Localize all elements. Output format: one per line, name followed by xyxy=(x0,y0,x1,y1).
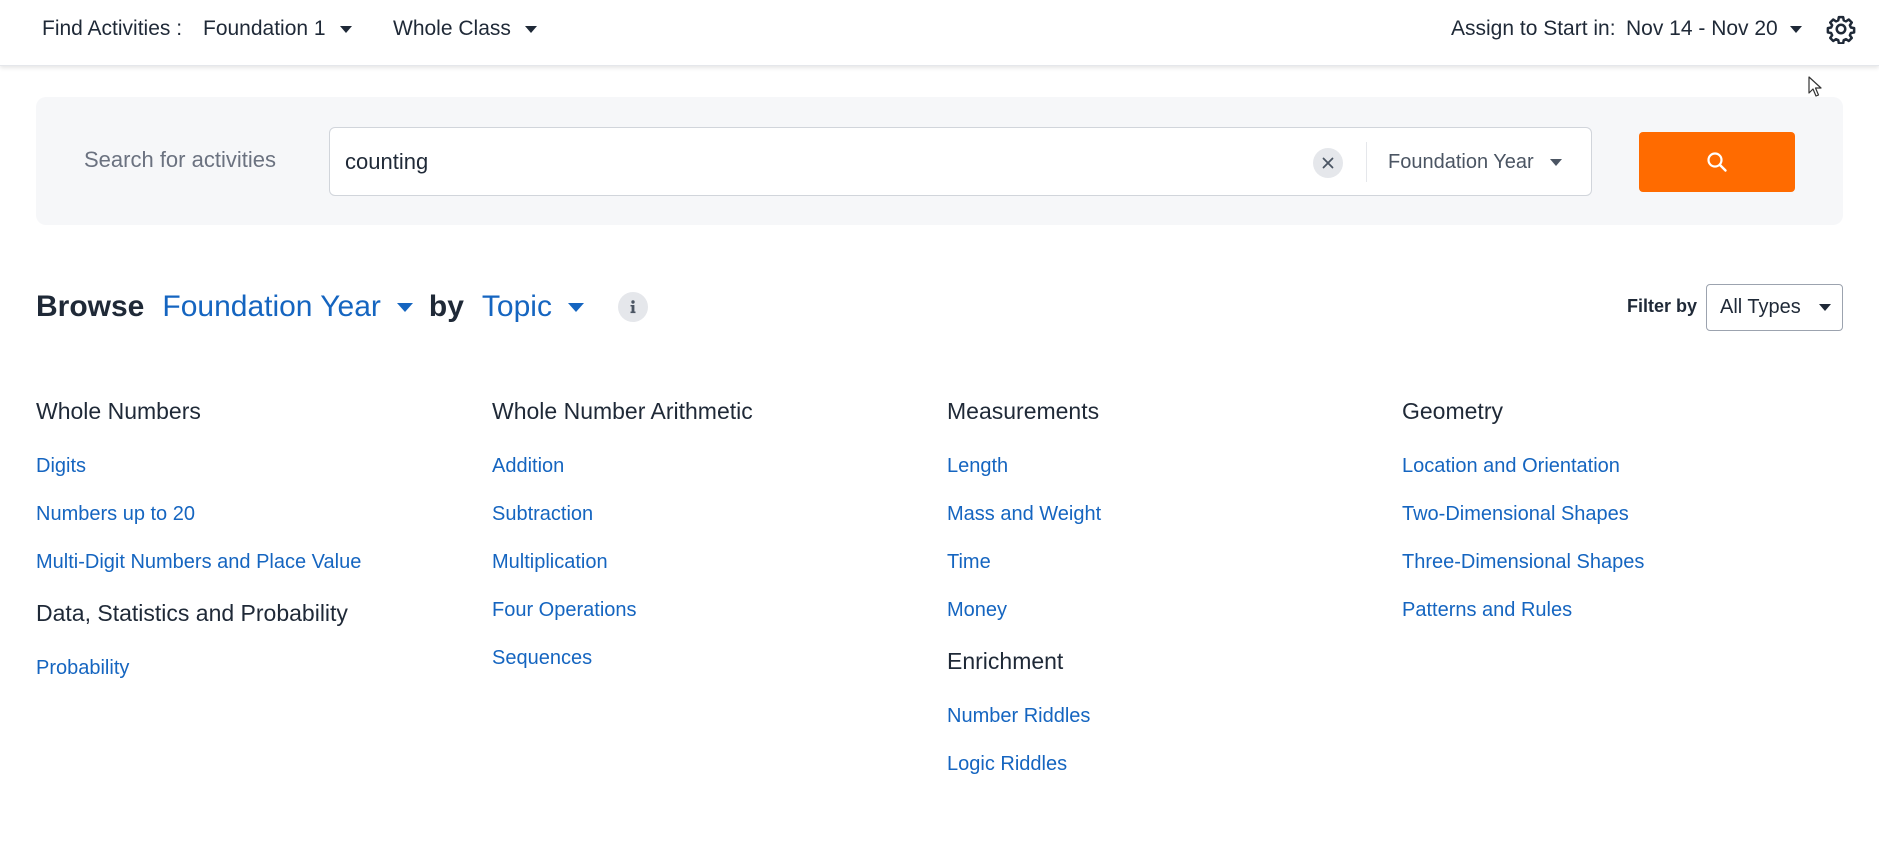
search-panel: Search for activities Foundation Year xyxy=(36,97,1843,225)
topic-column-3: Measurements Length Mass and Weight Time… xyxy=(947,396,1387,800)
topic-link[interactable]: Location and Orientation xyxy=(1402,454,1842,478)
topic-link[interactable]: Mass and Weight xyxy=(947,502,1387,526)
chevron-down-icon xyxy=(339,25,352,33)
search-year-value: Foundation Year xyxy=(1388,150,1534,173)
chevron-down-icon xyxy=(1789,25,1802,33)
search-label: Search for activities xyxy=(84,147,276,172)
topic-group: Geometry Location and Orientation Two-Di… xyxy=(1402,396,1842,622)
topic-link[interactable]: Three-Dimensional Shapes xyxy=(1402,550,1842,574)
gear-icon[interactable] xyxy=(1826,14,1856,44)
topic-link[interactable]: Time xyxy=(947,550,1387,574)
topic-group: Enrichment Number Riddles Logic Riddles xyxy=(947,646,1387,776)
filter-type-dropdown[interactable]: All Types xyxy=(1706,284,1843,331)
topic-link[interactable]: Digits xyxy=(36,454,476,478)
topic-link[interactable]: Sequences xyxy=(492,646,932,670)
topic-link[interactable]: Two-Dimensional Shapes xyxy=(1402,502,1842,526)
topic-group: Measurements Length Mass and Weight Time… xyxy=(947,396,1387,622)
browse-label: Browse xyxy=(36,290,145,323)
topic-group-title: Enrichment xyxy=(947,648,1064,674)
topic-link[interactable]: Patterns and Rules xyxy=(1402,598,1842,622)
filter-type-value: All Types xyxy=(1720,296,1801,318)
topic-column-1: Whole Numbers Digits Numbers up to 20 Mu… xyxy=(36,396,476,704)
topic-link[interactable]: Money xyxy=(947,598,1387,622)
filter-by-label: Filter by xyxy=(1627,296,1698,316)
search-button[interactable] xyxy=(1639,132,1795,192)
assign-start-label: Assign to Start in: xyxy=(1451,17,1616,41)
topic-link[interactable]: Numbers up to 20 xyxy=(36,502,476,526)
topic-link[interactable]: Addition xyxy=(492,454,932,478)
search-box: Foundation Year xyxy=(329,127,1592,196)
find-activities-label: Find Activities : xyxy=(42,17,182,41)
browse-year-dropdown[interactable]: Foundation Year xyxy=(162,290,413,324)
class-dropdown[interactable]: Whole Class xyxy=(393,17,537,41)
browse-topic-dropdown[interactable]: Topic xyxy=(482,290,584,324)
topic-group-title: Data, Statistics and Probability xyxy=(36,600,348,626)
topic-group-title: Whole Number Arithmetic xyxy=(492,398,753,424)
mouse-cursor-icon xyxy=(1808,76,1822,97)
info-icon[interactable] xyxy=(617,292,648,322)
browse-header: Browse Foundation Year by Topic xyxy=(36,283,648,331)
topic-link[interactable]: Subtraction xyxy=(492,502,932,526)
topic-group-title: Geometry xyxy=(1402,398,1503,424)
date-range-dropdown[interactable]: Nov 14 - Nov 20 xyxy=(1626,17,1802,41)
search-input[interactable] xyxy=(345,146,1285,178)
chevron-down-icon xyxy=(1549,158,1562,166)
topic-group-title: Whole Numbers xyxy=(36,398,201,424)
topic-link[interactable]: Multi-Digit Numbers and Place Value xyxy=(36,550,476,574)
topic-group-title: Measurements xyxy=(947,398,1100,424)
clear-search-button[interactable] xyxy=(1313,148,1343,178)
topic-group: Whole Numbers Digits Numbers up to 20 Mu… xyxy=(36,396,476,574)
close-icon xyxy=(1322,157,1334,169)
by-label: by xyxy=(428,290,464,323)
topic-link[interactable]: Four Operations xyxy=(492,598,932,622)
topic-column-4: Geometry Location and Orientation Two-Di… xyxy=(1402,396,1842,646)
assign-start-text: Assign to Start in: xyxy=(1451,17,1616,40)
topic-column-2: Whole Number Arithmetic Addition Subtrac… xyxy=(492,396,932,694)
chevron-down-icon xyxy=(524,25,537,33)
search-icon xyxy=(1707,152,1727,172)
class-dropdown-value: Whole Class xyxy=(393,17,511,40)
top-bar: Find Activities : Foundation 1 Whole Cla… xyxy=(0,0,1879,66)
grade-dropdown[interactable]: Foundation 1 xyxy=(203,17,352,41)
topic-link[interactable]: Multiplication xyxy=(492,550,932,574)
chevron-down-icon xyxy=(396,302,413,312)
chevron-down-icon xyxy=(1818,304,1831,311)
topic-group: Data, Statistics and Probability Probabi… xyxy=(36,598,476,680)
search-year-dropdown[interactable]: Foundation Year xyxy=(1388,148,1562,176)
find-activities-text: Find Activities : xyxy=(42,17,183,40)
topic-link[interactable]: Probability xyxy=(36,656,476,680)
topic-link[interactable]: Logic Riddles xyxy=(947,752,1387,776)
search-divider xyxy=(1366,142,1367,182)
info-glyph-icon xyxy=(630,300,636,314)
chevron-down-icon xyxy=(567,302,584,312)
topic-group: Whole Number Arithmetic Addition Subtrac… xyxy=(492,396,932,670)
date-range-value: Nov 14 - Nov 20 xyxy=(1626,17,1778,40)
topic-link[interactable]: Number Riddles xyxy=(947,704,1387,728)
topic-link[interactable]: Length xyxy=(947,454,1387,478)
browse-year-value: Foundation Year xyxy=(162,290,381,323)
browse-topic-value: Topic xyxy=(481,290,552,323)
grade-dropdown-value: Foundation 1 xyxy=(203,17,326,40)
